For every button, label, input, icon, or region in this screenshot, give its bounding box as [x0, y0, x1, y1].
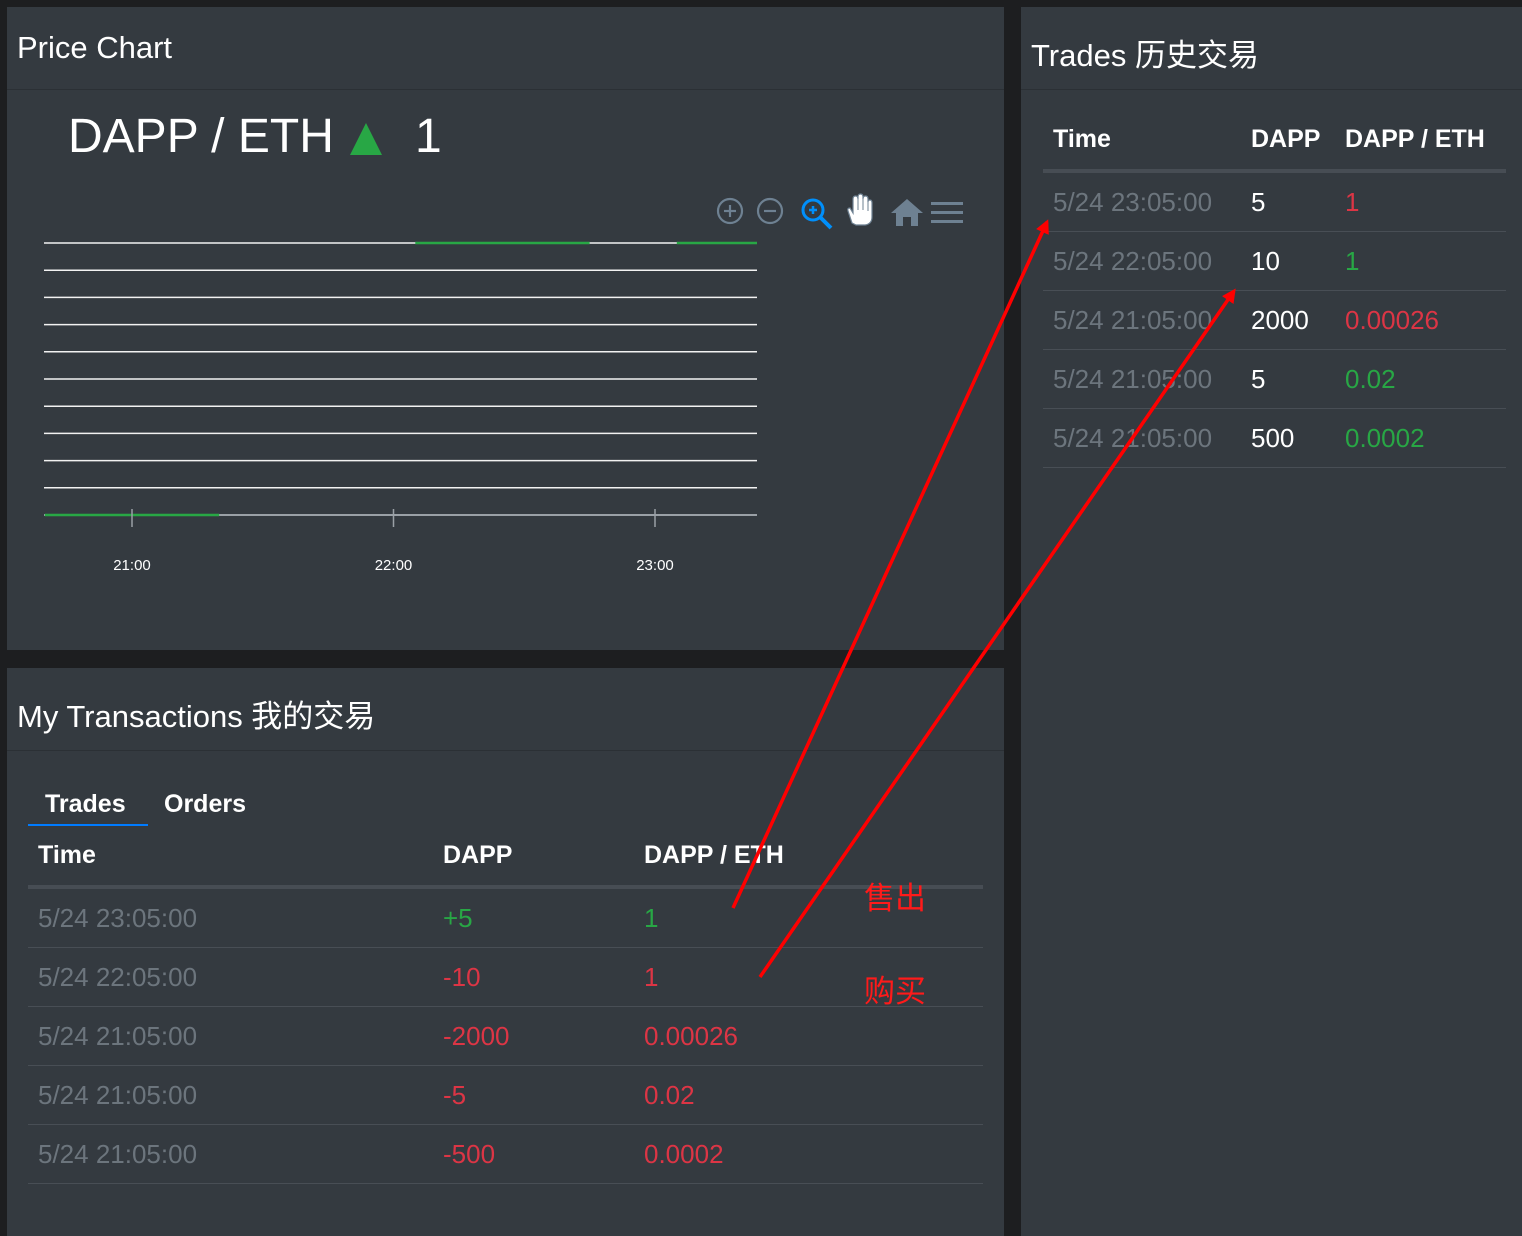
- table-row: 5/24 21:05:00 5 0.02: [1043, 349, 1506, 409]
- trade-time: 5/24 21:05:00: [1043, 349, 1241, 409]
- table-row: 5/24 21:05:00 -5 0.02: [28, 1065, 983, 1125]
- trade-price: 0.00026: [1335, 290, 1506, 350]
- trade-price: 1: [1335, 231, 1506, 291]
- col-price: DAPP / ETH: [1335, 109, 1506, 173]
- trade-time: 5/24 21:05:00: [1043, 290, 1241, 350]
- col-time: Time: [28, 825, 433, 889]
- my-trade-price: 1: [634, 887, 983, 948]
- trade-price: 0.02: [1335, 349, 1506, 409]
- my-trade-price: 1: [634, 947, 983, 1007]
- price-chart-plot[interactable]: 21:00 22:00 23:00: [7, 7, 1004, 650]
- my-trade-time: 5/24 21:05:00: [28, 1124, 433, 1184]
- trade-amount: 10: [1241, 231, 1335, 291]
- my-trades-table: Time DAPP DAPP / ETH 5/24 23:05:00 +5 1 5/2…: [28, 825, 983, 1184]
- my-transactions-title: My Transactions 我的交易: [17, 699, 376, 734]
- table-row: 5/24 22:05:00 10 1: [1043, 231, 1506, 291]
- trade-amount: 500: [1241, 408, 1335, 468]
- trades-table: Time DAPP DAPP / ETH 5/24 23:05:00 5 1 5/24…: [1043, 109, 1506, 468]
- x-tick-label: 22:00: [375, 557, 413, 574]
- table-row: 5/24 23:05:00 5 1: [1043, 171, 1506, 232]
- buy-annotation: 购买: [864, 974, 926, 1009]
- trade-time: 5/24 23:05:00: [1043, 171, 1241, 232]
- my-trade-amount: +5: [433, 887, 634, 948]
- my-trade-time: 5/24 22:05:00: [28, 947, 433, 1007]
- trade-time: 5/24 22:05:00: [1043, 231, 1241, 291]
- my-trade-time: 5/24 21:05:00: [28, 1065, 433, 1125]
- my-trade-amount: -2000: [433, 1006, 634, 1066]
- my-trade-price: 0.0002: [634, 1124, 983, 1184]
- my-trade-amount: -10: [433, 947, 634, 1007]
- my-trades-header-row: Time DAPP DAPP / ETH: [28, 825, 983, 889]
- x-tick-label: 23:00: [636, 557, 674, 574]
- table-row: 5/24 22:05:00 -10 1: [28, 947, 983, 1007]
- col-amount: DAPP: [1241, 109, 1335, 173]
- col-amount: DAPP: [433, 825, 634, 889]
- tab-trades[interactable]: Trades: [45, 790, 126, 819]
- my-transactions-header: My Transactions 我的交易: [7, 668, 1004, 751]
- trade-price: 1: [1335, 171, 1506, 232]
- my-trade-amount: -500: [433, 1124, 634, 1184]
- table-row: 5/24 23:05:00 +5 1: [28, 887, 983, 948]
- trade-amount: 2000: [1241, 290, 1335, 350]
- trades-title: Trades 历史交易: [1031, 38, 1259, 73]
- trades-card: Trades 历史交易 Time DAPP DAPP / ETH 5/24 23…: [1021, 7, 1522, 1236]
- my-trade-price: 0.00026: [634, 1006, 983, 1066]
- tab-orders[interactable]: Orders: [164, 790, 246, 819]
- trade-amount: 5: [1241, 171, 1335, 232]
- table-row: 5/24 21:05:00 -500 0.0002: [28, 1124, 983, 1184]
- trades-header-row: Time DAPP DAPP / ETH: [1043, 109, 1506, 173]
- price-chart-card: Price Chart DAPP / ETH 1 21:00 22:00 23:00: [7, 7, 1004, 650]
- table-row: 5/24 21:05:00 500 0.0002: [1043, 408, 1506, 468]
- my-trade-time: 5/24 23:05:00: [28, 887, 433, 948]
- my-trade-time: 5/24 21:05:00: [28, 1006, 433, 1066]
- trade-price: 0.0002: [1335, 408, 1506, 468]
- my-trade-price: 0.02: [634, 1065, 983, 1125]
- x-tick-label: 21:00: [113, 557, 151, 574]
- col-time: Time: [1043, 109, 1241, 173]
- table-row: 5/24 21:05:00 2000 0.00026: [1043, 290, 1506, 350]
- sell-annotation: 售出: [864, 881, 926, 916]
- trade-time: 5/24 21:05:00: [1043, 408, 1241, 468]
- col-price: DAPP / ETH: [634, 825, 983, 889]
- trade-amount: 5: [1241, 349, 1335, 409]
- trades-header: Trades 历史交易: [1021, 7, 1522, 90]
- my-trade-amount: -5: [433, 1065, 634, 1125]
- table-row: 5/24 21:05:00 -2000 0.00026: [28, 1006, 983, 1066]
